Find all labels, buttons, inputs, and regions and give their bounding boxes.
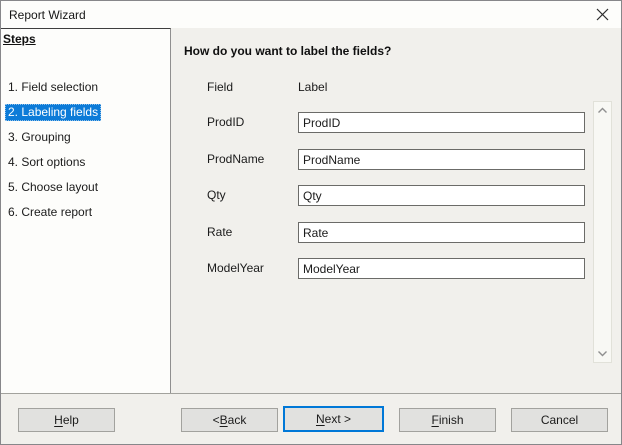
cancel-button[interactable]: Cancel xyxy=(511,408,608,432)
sidebar-item-labeling-fields[interactable]: 2. Labeling fields xyxy=(5,104,102,121)
field-name-rate: Rate xyxy=(207,225,233,239)
steps-list: 1. Field selection 2. Labeling fields 3.… xyxy=(1,79,169,229)
close-button[interactable] xyxy=(587,1,617,27)
label-input-rate[interactable] xyxy=(298,222,585,243)
window-title: Report Wizard xyxy=(9,7,86,22)
field-row: Qty xyxy=(207,185,586,206)
steps-panel: Steps 1. Field selection 2. Labeling fie… xyxy=(1,28,171,393)
question-heading: How do you want to label the fields? xyxy=(184,44,392,58)
label-input-modelyear[interactable] xyxy=(298,258,585,279)
label-input-qty[interactable] xyxy=(298,185,585,206)
field-row: Rate xyxy=(207,222,586,243)
sidebar-item-create-report[interactable]: 6. Create report xyxy=(5,204,95,221)
field-name-qty: Qty xyxy=(207,188,226,202)
scroll-up-icon[interactable] xyxy=(597,107,608,114)
sidebar-item-sort-options[interactable]: 4. Sort options xyxy=(5,154,88,171)
scroll-down-icon[interactable] xyxy=(597,350,608,357)
label-input-prodname[interactable] xyxy=(298,149,585,170)
field-row: ProdID xyxy=(207,112,586,133)
help-button[interactable]: Help xyxy=(18,408,115,432)
field-name-modelyear: ModelYear xyxy=(207,261,264,275)
content-panel: How do you want to label the fields? Fie… xyxy=(171,28,621,393)
scrollbar[interactable] xyxy=(593,101,612,363)
field-name-prodid: ProdID xyxy=(207,115,245,129)
dialog-body: Steps 1. Field selection 2. Labeling fie… xyxy=(1,28,621,393)
scrollbar-track[interactable] xyxy=(594,114,611,350)
label-input-prodid[interactable] xyxy=(298,112,585,133)
close-icon xyxy=(596,8,609,21)
column-header-field: Field xyxy=(207,80,234,94)
sidebar-item-choose-layout[interactable]: 5. Choose layout xyxy=(5,179,101,196)
button-bar: Help < Back Next > Finish Cancel xyxy=(1,393,621,444)
sidebar-item-grouping[interactable]: 3. Grouping xyxy=(5,129,74,146)
report-wizard-dialog: Report Wizard Steps 1. Field selection 2… xyxy=(0,0,622,445)
steps-heading: Steps xyxy=(3,32,36,46)
next-button[interactable]: Next > xyxy=(283,406,384,432)
field-name-prodname: ProdName xyxy=(207,152,265,166)
finish-button[interactable]: Finish xyxy=(399,408,496,432)
title-bar: Report Wizard xyxy=(1,1,621,28)
sidebar-item-field-selection[interactable]: 1. Field selection xyxy=(5,79,101,96)
column-header-label: Label xyxy=(298,80,328,94)
back-button[interactable]: < Back xyxy=(181,408,278,432)
field-row: ProdName xyxy=(207,149,586,170)
field-row: ModelYear xyxy=(207,258,586,279)
